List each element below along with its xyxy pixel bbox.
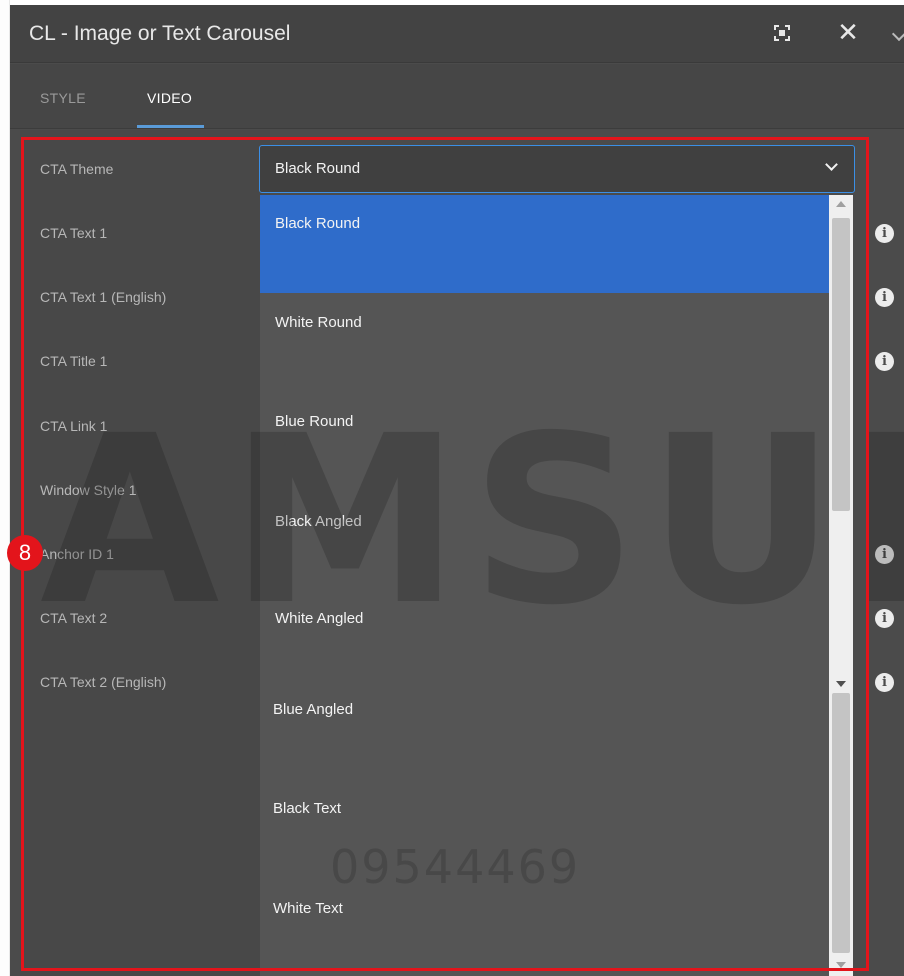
info-icon[interactable]: i [875,673,894,692]
dropdown-option-label: White Text [273,900,343,917]
dialog-title: CL - Image or Text Carousel [29,22,291,45]
scroll-up-arrow-icon[interactable] [836,201,846,207]
dropdown-option-white-angled[interactable]: White Angled [260,589,829,687]
cta-theme-selected-value: Black Round [275,160,361,177]
chevron-icon[interactable] [891,26,904,42]
cta-theme-select[interactable]: Black Round [259,145,855,193]
dropdown-option-label: Blue Round [275,413,354,430]
dropdown-option-black-round[interactable]: Black Round [260,195,829,293]
field-label-cta-text-1: CTA Text 1 [40,225,108,241]
info-icon[interactable]: i [875,224,894,243]
tab-bar: STYLE VIDEO [10,64,904,129]
page-edge [0,0,10,976]
dialog-titlebar: CL - Image or Text Carousel ✕ [10,5,904,63]
dropdown-scrollbar-thumb-lower[interactable] [832,693,850,953]
dropdown-option-black-angled[interactable]: Black Angled [260,492,829,590]
chevron-down-icon [825,158,838,171]
field-label-cta-text-2-english: CTA Text 2 (English) [40,674,167,690]
info-icon[interactable]: i [875,609,894,628]
active-tab-indicator [137,125,204,128]
dropdown-option-label: White Angled [275,610,364,627]
fullscreen-icon[interactable] [772,23,792,43]
field-label-cta-theme: CTA Theme [40,161,114,177]
dropdown-option-label: Black Angled [275,513,362,530]
annotation-step-badge: 8 [7,535,43,571]
tab-style[interactable]: STYLE [40,90,86,106]
field-label-cta-title-1: CTA Title 1 [40,353,108,369]
dropdown-option-label: Black Round [275,215,361,232]
info-icon[interactable]: i [875,352,894,371]
dropdown-option-blue-angled[interactable]: Blue Angled [260,680,829,778]
cta-theme-dropdown-list: Black Round White Round Blue Round Black… [260,195,829,976]
close-icon[interactable]: ✕ [835,19,861,46]
field-label-anchor-id-1: Anchor ID 1 [40,546,114,562]
dropdown-option-black-text[interactable]: Black Text [260,779,829,877]
info-icon[interactable]: i [875,545,894,564]
dropdown-option-white-text[interactable]: White Text [260,879,829,976]
info-icon[interactable]: i [875,288,894,307]
field-label-cta-link-1: CTA Link 1 [40,418,108,434]
scroll-down-arrow-icon[interactable] [836,962,846,968]
field-label-cta-text-2: CTA Text 2 [40,610,108,626]
field-label-cta-text-1-english: CTA Text 1 (English) [40,289,167,305]
field-label-window-style-1: Window Style 1 [40,482,137,498]
dropdown-option-label: Black Text [273,800,342,817]
dropdown-option-label: White Round [275,314,362,331]
scroll-down-arrow-icon[interactable] [836,681,846,687]
dropdown-scrollbar-thumb[interactable] [832,218,850,511]
dropdown-option-label: Blue Angled [273,701,354,718]
tab-video[interactable]: VIDEO [147,90,192,106]
dropdown-option-blue-round[interactable]: Blue Round [260,392,829,490]
dropdown-option-white-round[interactable]: White Round [260,293,829,391]
